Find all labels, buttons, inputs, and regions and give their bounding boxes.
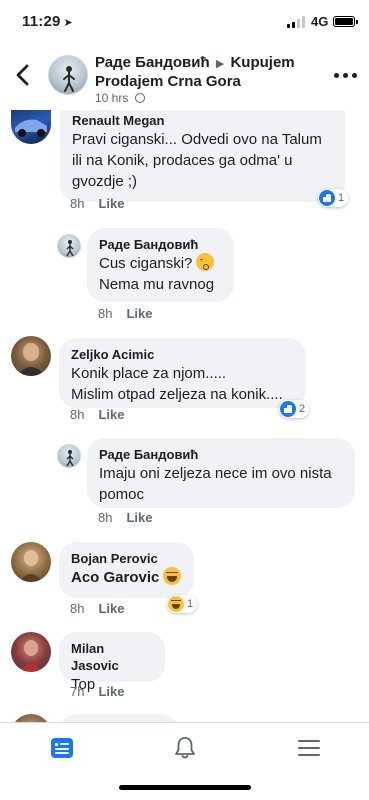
menu-icon[interactable] (296, 735, 322, 761)
comment-bubble[interactable] (59, 714, 179, 722)
mentioned-user-link[interactable]: Aco Garovic (71, 569, 159, 586)
comment-time: 8h (70, 407, 85, 422)
comment-time: 8h (98, 510, 113, 525)
home-indicator (119, 785, 251, 790)
reaction-count[interactable]: 1 (167, 595, 198, 613)
comment-time: 8h (70, 196, 85, 211)
like-reaction-icon (280, 401, 296, 417)
comment-bubble[interactable]: Раде Бандовић Imaju oni zeljeza nece im … (87, 438, 355, 508)
post-time: 10 hrs (95, 91, 129, 105)
status-time: 11:29 ➤ (22, 13, 73, 30)
commenter-name[interactable]: Zeljko Acimic (71, 346, 294, 363)
like-button[interactable]: Like (126, 306, 152, 321)
battery-icon (333, 16, 358, 27)
commenter-name[interactable]: Milan Jasovic (71, 640, 153, 674)
more-horizontal-icon[interactable] (334, 72, 358, 80)
comment-meta: 8h Like (70, 196, 124, 211)
comment-time: 8h (70, 601, 85, 616)
comment-bubble[interactable]: Раде Бандовић Cus ciganski? Nema mu ravn… (87, 228, 234, 302)
post-header: Раде Бандовић ▶ Kupujem Prodajem Crna Go… (0, 44, 369, 110)
reaction-count[interactable]: 2 (279, 400, 310, 418)
author-avatar[interactable] (48, 55, 88, 95)
comment-bubble[interactable]: Milan Jasovic Top (59, 632, 165, 693)
reaction-count[interactable]: 1 (318, 189, 349, 207)
comments-list: Renault Megan Pravi ciganski... Odvedi o… (0, 110, 369, 722)
post-meta: 10 hrs (95, 91, 145, 105)
news-feed-icon[interactable] (49, 735, 75, 761)
like-button[interactable]: Like (98, 601, 124, 616)
comment-text: Mislim otpad zeljeza na konik.... (71, 386, 283, 403)
like-reaction-icon (319, 190, 335, 206)
status-bar: 11:29 ➤ 4G (0, 0, 369, 44)
like-button[interactable]: Like (126, 510, 152, 525)
comment-text: Pravi ciganski... Odvedi ovo na Talum il… (72, 131, 322, 190)
comment-bubble[interactable]: Bojan Perovic Aco Garovic (59, 542, 194, 598)
notifications-bell-icon[interactable] (172, 735, 198, 761)
commenter-name[interactable]: Раде Бандовић (99, 236, 222, 253)
comment-meta: 8h Like (98, 510, 152, 525)
globe-icon (134, 93, 145, 103)
comment-text: Aco Garovic (71, 567, 182, 588)
like-button[interactable]: Like (98, 684, 124, 699)
commenter-avatar[interactable] (57, 234, 81, 258)
comment-text: Konik place za njom..... (71, 365, 227, 382)
network-type: 4G (311, 14, 329, 29)
comment-time: 7h (70, 684, 85, 699)
comment-bubble[interactable]: Zeljko Acimic Konik place za njom..... M… (59, 338, 306, 408)
comment-meta: 8h Like (70, 601, 124, 616)
like-button[interactable]: Like (98, 196, 124, 211)
commenter-name[interactable]: Раде Бандовић (99, 446, 343, 463)
cell-signal-icon (287, 16, 307, 28)
triangle-right-icon: ▶ (215, 58, 225, 70)
kissing-face-emoji-icon (196, 253, 215, 271)
commenter-avatar[interactable] (11, 714, 51, 722)
commenter-name[interactable]: Renault Megan (72, 112, 333, 129)
chevron-left-icon[interactable] (10, 61, 38, 89)
commenter-avatar[interactable] (11, 336, 51, 376)
post-title[interactable]: Раде Бандовић ▶ Kupujem Prodajem Crna Go… (95, 54, 317, 91)
commenter-avatar[interactable] (11, 110, 51, 144)
haha-reaction-icon (168, 596, 184, 612)
commenter-name[interactable]: Bojan Perovic (71, 550, 182, 567)
comment-text: Nema mu ravnog (99, 276, 215, 293)
location-arrow-icon: ➤ (63, 17, 73, 29)
comment-text: Cus ciganski? (99, 253, 222, 274)
comment-meta: 8h Like (70, 407, 124, 422)
comment-text: Imaju oni zeljeza nece im ovo nista pomo… (99, 465, 332, 503)
commenter-avatar[interactable] (11, 632, 51, 672)
author-name[interactable]: Раде Бандовић (95, 54, 210, 71)
like-button[interactable]: Like (98, 407, 124, 422)
comment-time: 8h (98, 306, 113, 321)
comment-meta: 7h Like (70, 684, 124, 699)
comment-meta: 8h Like (98, 306, 152, 321)
laughing-face-emoji-icon (163, 567, 182, 585)
comment-bubble[interactable]: Renault Megan Pravi ciganski... Odvedi o… (60, 110, 345, 202)
commenter-avatar[interactable] (11, 542, 51, 582)
commenter-avatar[interactable] (57, 444, 81, 468)
